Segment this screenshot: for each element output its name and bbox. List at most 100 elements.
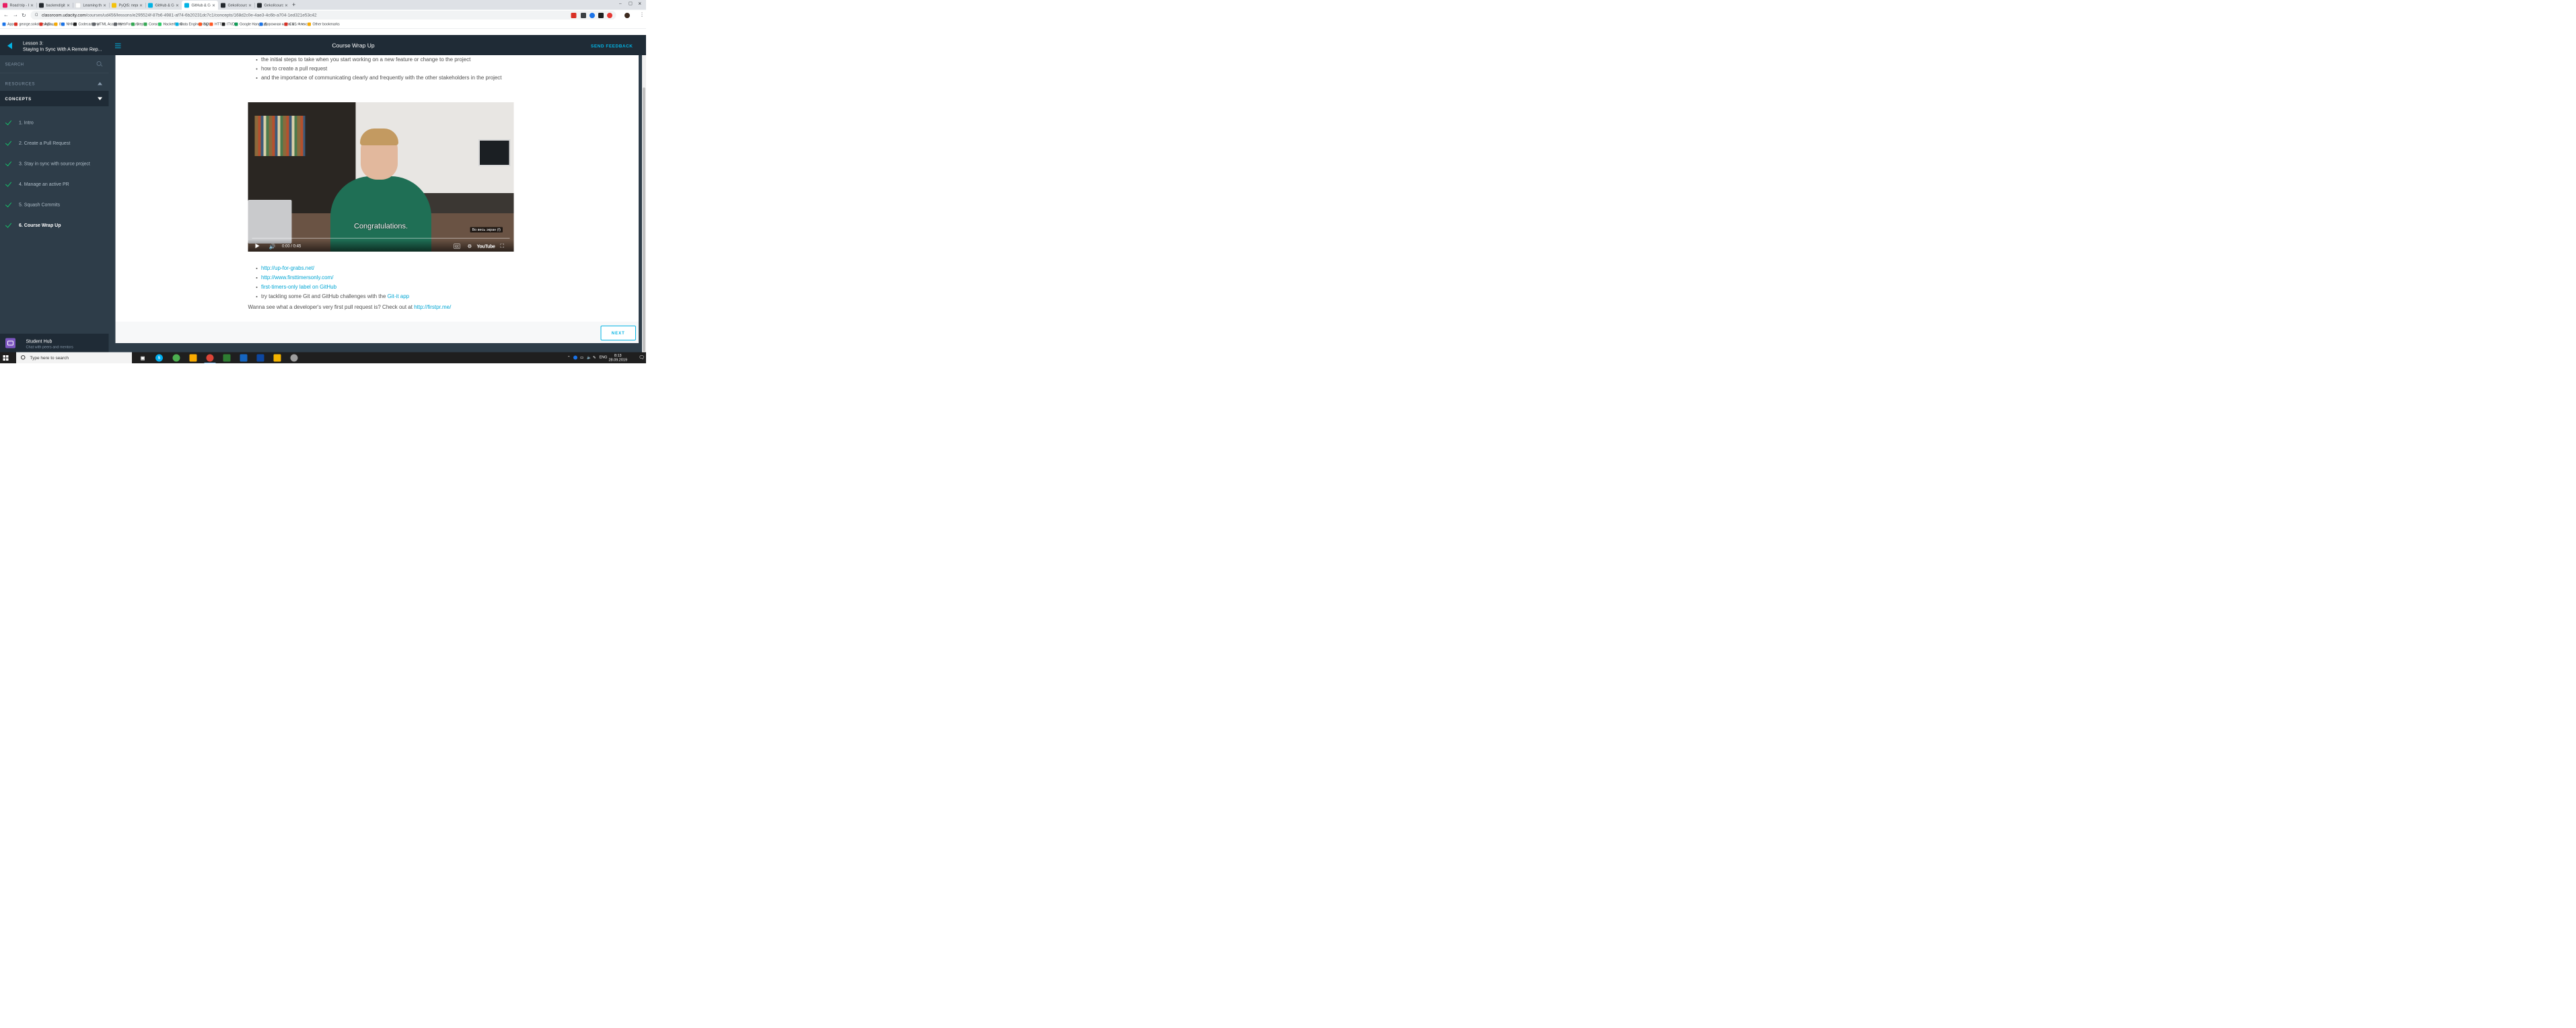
sidebar-search[interactable]: SEARCH bbox=[0, 60, 109, 69]
firsttimersonly-link[interactable]: http://www.firsttimersonly.com/ bbox=[261, 275, 333, 281]
settings-gear-icon[interactable]: ⚙ bbox=[468, 244, 472, 250]
new-tab-button[interactable]: + bbox=[292, 1, 295, 9]
address-bar[interactable]: classroom.udacity.com/courses/ud456/less… bbox=[30, 11, 616, 20]
browser-tab[interactable]: GitHub & Collaboration - Udacity ✕ bbox=[145, 1, 182, 10]
bookmark-favicon-icon bbox=[259, 22, 263, 26]
close-icon[interactable]: ✕ bbox=[103, 3, 106, 7]
up-for-grabs-link[interactable]: http://up-for-grabs.net/ bbox=[261, 266, 314, 272]
student-hub-link[interactable]: Student Hub Chat with peers and mentors bbox=[0, 334, 109, 353]
file-explorer-icon[interactable] bbox=[189, 354, 197, 362]
minimize-button[interactable]: – bbox=[619, 1, 622, 7]
app-icon[interactable] bbox=[290, 354, 298, 362]
app-icon[interactable] bbox=[172, 354, 180, 362]
send-feedback-button[interactable]: SEND FEEDBACK bbox=[591, 44, 633, 49]
browser-tab[interactable]: PyQt5: первые программы ✕ bbox=[109, 1, 145, 10]
close-icon[interactable]: ✕ bbox=[248, 3, 252, 7]
app-icon[interactable] bbox=[256, 354, 264, 362]
other-bookmarks[interactable]: Other bookmarks bbox=[308, 22, 340, 26]
bookmark-item[interactable]: SQL bbox=[199, 22, 211, 26]
gmail-icon bbox=[14, 22, 17, 26]
edit-icon[interactable]: ✎ bbox=[593, 355, 596, 360]
concept-item[interactable]: 5. Squash Commits bbox=[0, 194, 109, 215]
browser-tab[interactable]: Gekol/course-collaboration ✕ bbox=[218, 1, 254, 10]
speaker-icon[interactable]: 🔈 bbox=[587, 355, 592, 360]
next-button[interactable]: NEXT bbox=[600, 326, 636, 340]
bookmark-favicon-icon bbox=[221, 22, 225, 26]
close-icon[interactable]: ✕ bbox=[139, 3, 143, 7]
close-window-button[interactable]: ✕ bbox=[638, 1, 641, 7]
fullscreen-icon[interactable]: ⛶ bbox=[501, 244, 504, 250]
browser-tab[interactable]: Gekol/course-collaboration ✕ bbox=[254, 1, 291, 10]
notifications-icon[interactable]: 🗨 bbox=[639, 355, 645, 361]
extension-icon[interactable] bbox=[598, 13, 604, 18]
network-icon[interactable]: ▭ bbox=[580, 355, 583, 360]
browser-tab[interactable]: backend/git-collaboration ✕ bbox=[36, 1, 73, 10]
extension-icon[interactable] bbox=[607, 13, 612, 18]
skype-icon[interactable]: S bbox=[155, 354, 163, 362]
maximize-button[interactable]: ☐ bbox=[629, 1, 633, 7]
caret-up-icon[interactable] bbox=[98, 82, 102, 85]
bookmarks-overflow-button[interactable]: » bbox=[301, 22, 303, 26]
bookmark-item[interactable]: NHM bbox=[61, 22, 74, 26]
close-icon[interactable]: ✕ bbox=[67, 3, 70, 7]
back-icon[interactable]: ← bbox=[3, 12, 9, 18]
scrollbar-thumb[interactable] bbox=[643, 87, 645, 352]
concepts-toggle[interactable]: CONCEPTS bbox=[0, 91, 109, 106]
app-icon[interactable] bbox=[273, 354, 281, 362]
chrome-icon[interactable] bbox=[204, 354, 216, 363]
hub-title: Student Hub bbox=[26, 338, 52, 344]
git-it-text: try tackling some Git and GitHub challen… bbox=[261, 293, 388, 300]
taskbar-clock[interactable]: 8:13 28.09.2019 bbox=[609, 354, 628, 363]
resources-toggle[interactable]: RESOURCES bbox=[5, 81, 36, 86]
extension-icon[interactable] bbox=[571, 13, 577, 18]
tray-app-icon[interactable] bbox=[573, 355, 577, 360]
windows-start-icon[interactable] bbox=[3, 355, 9, 361]
close-icon[interactable]: ✕ bbox=[212, 3, 215, 7]
search-icon[interactable] bbox=[96, 61, 102, 66]
checkmark-icon bbox=[5, 180, 12, 187]
taskbar-search[interactable]: Type here to search bbox=[16, 352, 132, 363]
extension-icon[interactable] bbox=[589, 13, 595, 18]
concept-item[interactable]: 4. Manage an active PR bbox=[0, 174, 109, 194]
tray-chevron-icon[interactable]: ⌃ bbox=[567, 355, 571, 360]
git-it-link[interactable]: Git-it app bbox=[388, 294, 409, 300]
concept-item-current[interactable]: 6. Course Wrap Up bbox=[0, 215, 109, 235]
profile-avatar[interactable] bbox=[624, 13, 630, 18]
url-text[interactable]: classroom.udacity.com/courses/ud456/less… bbox=[42, 13, 317, 18]
video-player[interactable]: Congratulations. Во весь экран (f) 🔊 0:0… bbox=[248, 102, 514, 252]
close-icon[interactable]: ✕ bbox=[285, 3, 288, 7]
summary-list: the initial steps to take when you start… bbox=[254, 55, 527, 83]
app-icon[interactable] bbox=[240, 354, 248, 362]
reload-icon[interactable]: ↻ bbox=[22, 12, 26, 19]
tab-title: Gekol/course-collaboration bbox=[264, 3, 283, 7]
classroom-header: Lesson 3: Staying In Sync With A Remote … bbox=[0, 35, 646, 55]
bookmark-favicon-icon bbox=[61, 22, 65, 26]
concepts-label: CONCEPTS bbox=[5, 96, 32, 102]
first-timers-only-label-link[interactable]: first-timers-only label on GitHub bbox=[261, 285, 336, 291]
concept-item[interactable]: 3. Stay in sync with source project bbox=[0, 153, 109, 174]
youtube-logo[interactable]: YouTube bbox=[477, 244, 495, 249]
task-view-icon[interactable]: ▣ bbox=[139, 355, 147, 362]
play-icon[interactable] bbox=[255, 244, 260, 248]
firstpr-link[interactable]: http://firstpr.me/ bbox=[414, 305, 451, 311]
video-progress-bar[interactable] bbox=[252, 237, 510, 239]
browser-tab[interactable]: Learning the shell - Lesson ✕ bbox=[73, 1, 109, 10]
extension-icon[interactable] bbox=[581, 13, 586, 18]
close-icon[interactable]: ✕ bbox=[176, 3, 179, 7]
browser-tab[interactable]: Road trip - How DNS works ✕ bbox=[0, 1, 36, 10]
volume-icon[interactable]: 🔊 bbox=[269, 244, 276, 250]
forward-icon[interactable]: → bbox=[13, 12, 18, 18]
concept-item[interactable]: 1. Intro bbox=[0, 112, 109, 133]
bookmark-item[interactable]: 8 bbox=[54, 22, 61, 26]
app-icon[interactable] bbox=[223, 354, 231, 362]
concept-label: 5. Squash Commits bbox=[19, 202, 61, 207]
page-scrollbar[interactable] bbox=[642, 55, 646, 353]
taskbar-search-placeholder: Type here to search bbox=[30, 355, 69, 361]
close-icon[interactable]: ✕ bbox=[30, 3, 34, 7]
language-indicator[interactable]: ENG bbox=[600, 355, 608, 359]
concept-item[interactable]: 2. Create a Pull Request bbox=[0, 133, 109, 153]
captions-icon[interactable]: cc bbox=[454, 244, 460, 249]
browser-tab-active[interactable]: GitHub & Collaboration - Udacity ✕ bbox=[182, 1, 218, 10]
browser-menu-icon[interactable]: ⋮ bbox=[639, 11, 645, 18]
bookmark-item[interactable]: CSS Флекс bbox=[284, 22, 308, 26]
